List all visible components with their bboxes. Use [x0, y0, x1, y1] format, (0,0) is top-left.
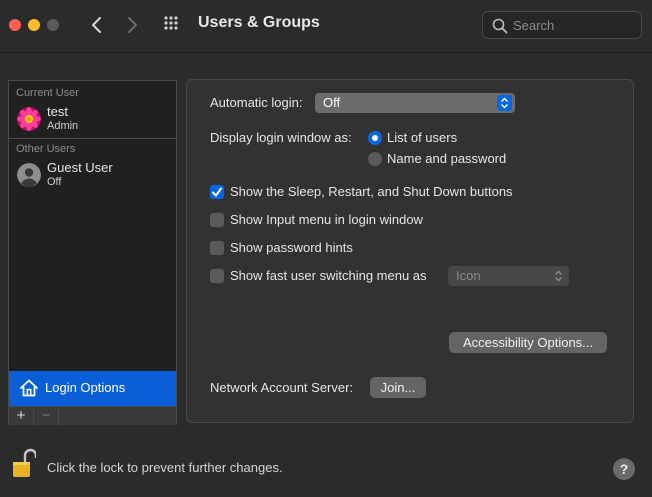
- back-button[interactable]: [84, 12, 112, 38]
- network-account-server-label: Network Account Server:: [210, 380, 354, 395]
- other-users-label: Other Users: [16, 143, 76, 155]
- automatic-login-value: Off: [323, 95, 341, 110]
- fast-user-switching-value: Icon: [456, 268, 481, 283]
- title-bar: Users & Groups: [0, 0, 652, 53]
- flower-avatar-icon: [17, 107, 41, 131]
- search-field[interactable]: [482, 11, 642, 39]
- grid-icon[interactable]: [164, 16, 182, 34]
- user-avatar: [17, 107, 41, 131]
- window-title: Users & Groups: [198, 14, 320, 31]
- current-user-label: Current User: [16, 87, 79, 99]
- search-icon: [492, 18, 508, 34]
- sidebar-controls: + −: [9, 406, 176, 425]
- login-options-panel: Automatic login: Off Display login windo…: [186, 79, 634, 423]
- automatic-login-popup[interactable]: Off: [315, 93, 515, 113]
- show-input-menu-checkbox[interactable]: [210, 213, 224, 227]
- show-password-hints-label: Show password hints: [230, 240, 353, 255]
- user-name: Guest User: [47, 160, 113, 175]
- add-user-button[interactable]: +: [9, 407, 34, 425]
- popup-arrows-icon: [497, 95, 512, 111]
- name-and-password-radio[interactable]: [368, 152, 382, 166]
- close-window-button[interactable]: [9, 19, 21, 31]
- lock-open-icon[interactable]: [12, 448, 36, 478]
- show-password-hints-checkbox[interactable]: [210, 241, 224, 255]
- forward-button[interactable]: [119, 12, 147, 38]
- person-avatar-icon: [17, 163, 41, 187]
- zoom-window-button[interactable]: [47, 19, 59, 31]
- user-row-test[interactable]: test Admin: [9, 103, 176, 139]
- minimize-window-button[interactable]: [28, 19, 40, 31]
- show-sleep-restart-label: Show the Sleep, Restart, and Shut Down b…: [230, 184, 513, 199]
- show-sleep-restart-checkbox[interactable]: [210, 185, 224, 199]
- user-name: test: [47, 104, 68, 119]
- list-of-users-label: List of users: [387, 130, 458, 145]
- remove-user-button[interactable]: −: [34, 407, 59, 425]
- sidebar-divider: [9, 138, 176, 139]
- show-input-menu-label: Show Input menu in login window: [230, 212, 423, 227]
- house-icon: [20, 379, 38, 397]
- chevron-left-icon: [92, 17, 101, 33]
- list-of-users-radio[interactable]: [368, 131, 382, 145]
- fast-user-switching-checkbox[interactable]: [210, 269, 224, 283]
- guest-avatar: [17, 163, 41, 187]
- help-button[interactable]: ?: [613, 458, 635, 480]
- login-options-item[interactable]: Login Options: [9, 371, 176, 406]
- chevron-right-icon: [128, 17, 137, 33]
- fast-user-switching-popup[interactable]: Icon: [448, 266, 569, 286]
- fast-user-switching-label: Show fast user switching menu as: [230, 268, 427, 283]
- automatic-login-label: Automatic login:: [210, 95, 303, 110]
- popup-arrows-icon: [551, 268, 566, 284]
- user-row-guest[interactable]: Guest User Off: [9, 159, 176, 195]
- name-and-password-label: Name and password: [387, 151, 507, 166]
- checkmark-icon: [212, 187, 222, 197]
- login-options-label: Login Options: [45, 380, 126, 395]
- lock-message: Click the lock to prevent further change…: [47, 460, 283, 475]
- user-role: Admin: [47, 120, 79, 132]
- user-status: Off: [47, 176, 62, 188]
- users-sidebar: Current User test Admin Other Users Gues…: [8, 80, 177, 425]
- search-input[interactable]: [513, 16, 633, 34]
- join-button[interactable]: Join...: [370, 377, 426, 398]
- accessibility-options-button[interactable]: Accessibility Options...: [449, 332, 607, 353]
- display-login-window-label: Display login window as:: [210, 130, 352, 145]
